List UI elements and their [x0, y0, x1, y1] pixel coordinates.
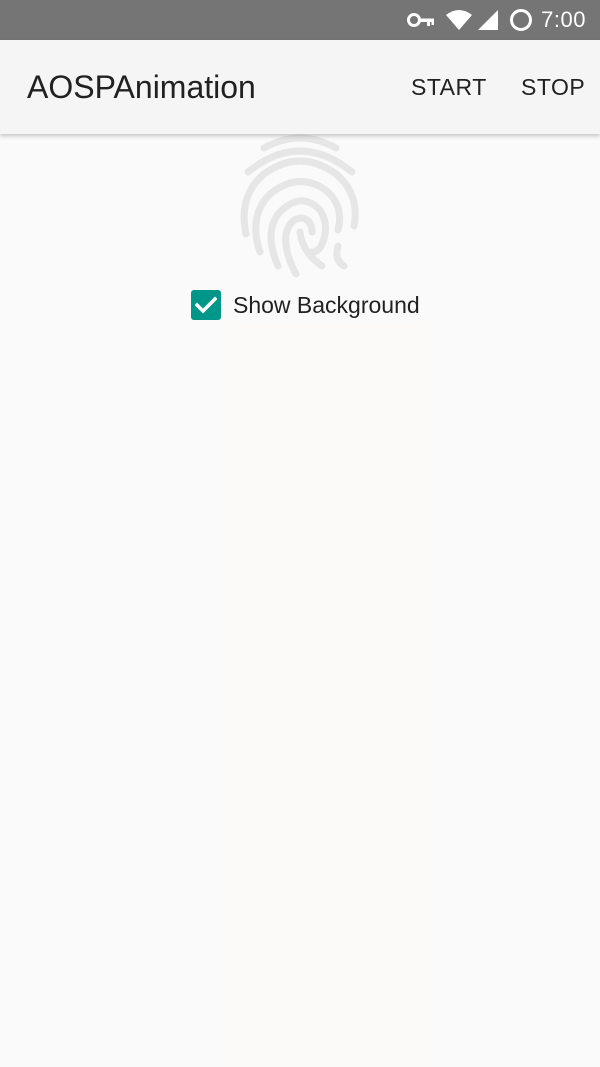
fingerprint-icon	[234, 134, 366, 280]
stop-button[interactable]: STOP	[521, 74, 585, 101]
status-bar: 7:00	[0, 0, 600, 40]
app-bar: AOSPAnimation START STOP	[0, 40, 600, 134]
show-background-checkbox[interactable]: Show Background	[191, 290, 420, 320]
checkbox-label: Show Background	[233, 291, 420, 318]
wifi-icon	[445, 9, 473, 31]
signal-icon	[477, 9, 499, 31]
status-time: 7:00	[541, 7, 586, 32]
start-button[interactable]: START	[411, 74, 487, 101]
vpn-key-icon	[407, 12, 435, 28]
background-strip	[228, 324, 428, 1067]
checkbox-checked-icon[interactable]	[191, 290, 221, 320]
battery-circle-icon	[509, 8, 533, 32]
content-area: Show Background	[0, 134, 600, 1067]
app-title: AOSPAnimation	[27, 68, 256, 105]
